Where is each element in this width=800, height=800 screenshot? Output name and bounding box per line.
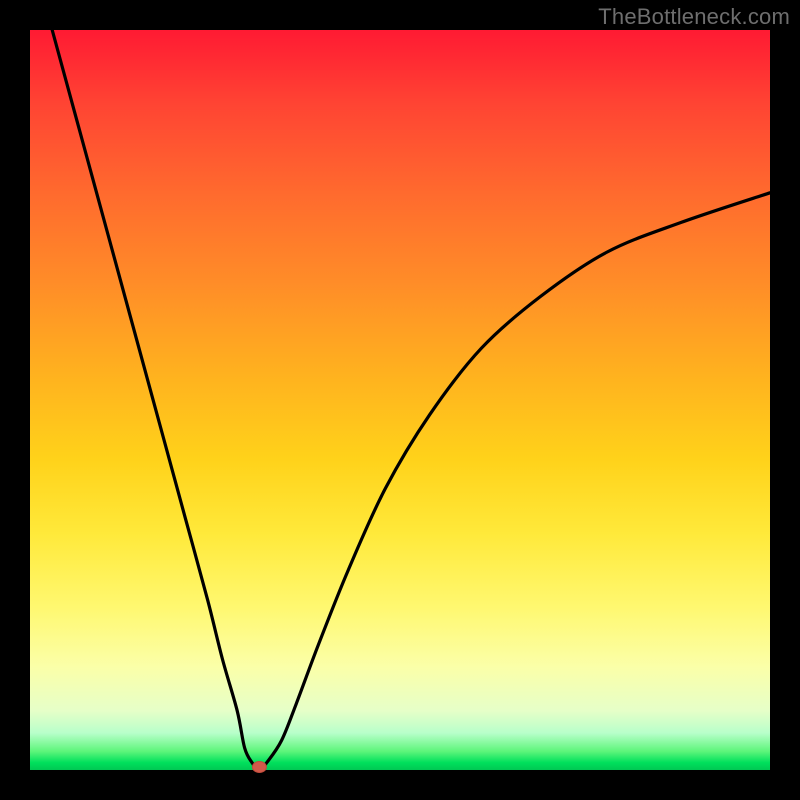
watermark-text: TheBottleneck.com [598, 4, 790, 30]
curve-svg [30, 30, 770, 770]
minimum-marker [252, 762, 266, 773]
plot-area [30, 30, 770, 770]
bottleneck-curve [52, 30, 770, 770]
chart-frame: TheBottleneck.com [0, 0, 800, 800]
